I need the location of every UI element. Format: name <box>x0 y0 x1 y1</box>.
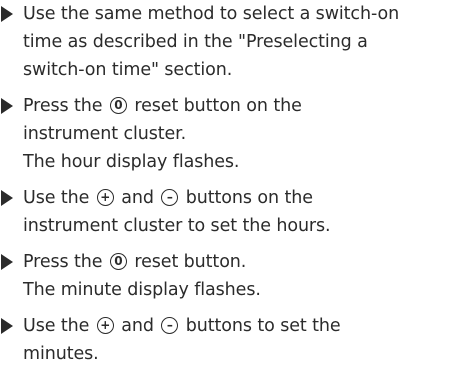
plus-button-icon: + <box>96 317 114 334</box>
step-2-result: The hour display flashes. <box>23 152 240 172</box>
reset-button-icon: 0 <box>109 253 127 270</box>
step-5-line-2: minutes. <box>23 344 99 364</box>
step-2-line-2: instrument cluster. <box>23 124 187 144</box>
step-1-line-1: Use the same method to select a switch-o… <box>23 4 400 24</box>
step-3-line-1: Use the + and – buttons on the <box>23 184 313 212</box>
step-3-text-b: and <box>121 188 154 208</box>
step-3-text-c: buttons on the <box>185 188 313 208</box>
step-3-text-a: Use the <box>23 188 90 208</box>
step-2-text-a: Press the <box>23 96 103 116</box>
step-5-text-c: buttons to set the <box>185 316 341 336</box>
step-1-line-3: switch-on time" section. <box>23 60 233 80</box>
step-3-line-2: instrument cluster to set the hours. <box>23 216 331 236</box>
bullet-arrow-icon <box>1 318 13 334</box>
reset-button-icon: 0 <box>109 97 127 114</box>
minus-button-icon: – <box>161 317 179 334</box>
minus-button-icon: – <box>161 189 179 206</box>
bullet-arrow-icon <box>1 254 13 270</box>
step-2-text-b: reset button on the <box>134 96 302 116</box>
step-2-line-1: Press the 0 reset button on the <box>23 92 302 120</box>
step-4-result: The minute display flashes. <box>23 280 261 300</box>
step-5-text-a: Use the <box>23 316 90 336</box>
step-4-text-a: Press the <box>23 252 103 272</box>
step-5-line-1: Use the + and – buttons to set the <box>23 312 341 340</box>
bullet-arrow-icon <box>1 190 13 206</box>
bullet-arrow-icon <box>1 6 13 22</box>
plus-button-icon: + <box>96 189 114 206</box>
step-4-text-b: reset button. <box>134 252 247 272</box>
bullet-arrow-icon <box>1 98 13 114</box>
step-4-line-1: Press the 0 reset button. <box>23 248 246 276</box>
instruction-page: Use the same method to select a switch-o… <box>0 0 464 379</box>
step-1-line-2: time as described in the "Preselecting a <box>23 32 368 52</box>
step-5-text-b: and <box>121 316 154 336</box>
